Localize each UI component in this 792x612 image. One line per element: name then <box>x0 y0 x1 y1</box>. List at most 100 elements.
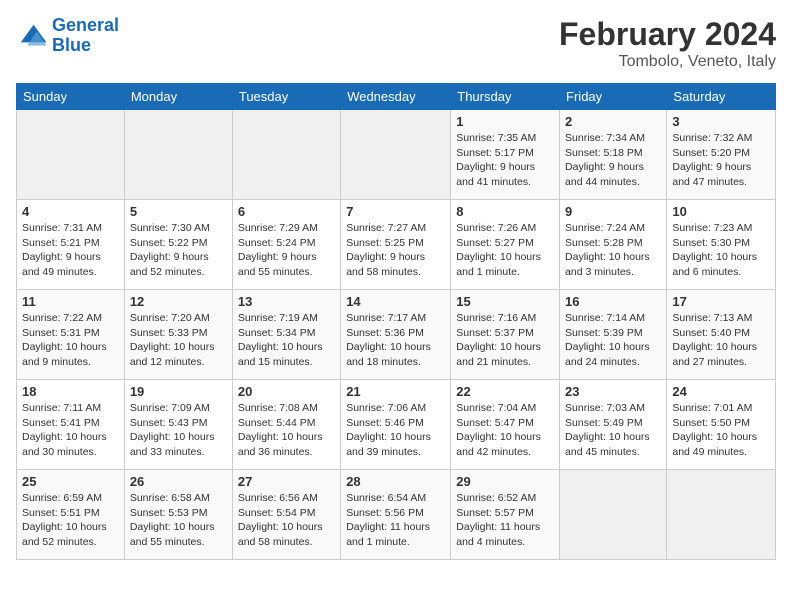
day-number: 18 <box>22 384 119 399</box>
day-info: Sunrise: 6:59 AMSunset: 5:51 PMDaylight:… <box>22 491 119 550</box>
calendar-cell: 4 Sunrise: 7:31 AMSunset: 5:21 PMDaylight… <box>17 200 125 290</box>
weekday-header-thursday: Thursday <box>451 84 560 110</box>
day-info: Sunrise: 7:30 AMSunset: 5:22 PMDaylight:… <box>130 221 227 280</box>
calendar-cell: 27Sunrise: 6:56 AMSunset: 5:54 PMDayligh… <box>232 470 340 560</box>
calendar-cell <box>667 470 776 560</box>
logo: General Blue <box>16 16 119 56</box>
calendar-cell <box>341 110 451 200</box>
calendar-cell: 6 Sunrise: 7:29 AMSunset: 5:24 PMDaylight… <box>232 200 340 290</box>
calendar-cell: 2 Sunrise: 7:34 AMSunset: 5:18 PMDaylight… <box>560 110 667 200</box>
day-number: 3 <box>672 114 770 129</box>
calendar-cell: 29 Sunrise: 6:52 AMSunset: 5:57 PMDayligh… <box>451 470 560 560</box>
day-number: 4 <box>22 204 119 219</box>
logo-line1: General <box>52 15 119 35</box>
day-number: 16 <box>565 294 661 309</box>
calendar-cell: 3Sunrise: 7:32 AMSunset: 5:20 PMDaylight… <box>667 110 776 200</box>
day-info: Sunrise: 7:26 AMSunset: 5:27 PMDaylight:… <box>456 221 554 280</box>
day-info: Sunrise: 6:54 AMSunset: 5:56 PMDaylight:… <box>346 491 445 550</box>
calendar-cell: 7 Sunrise: 7:27 AMSunset: 5:25 PMDaylight… <box>341 200 451 290</box>
day-info: Sunrise: 7:23 AMSunset: 5:30 PMDaylight:… <box>672 221 770 280</box>
calendar-cell: 19 Sunrise: 7:09 AMSunset: 5:43 PMDayligh… <box>124 380 232 470</box>
day-info: Sunrise: 7:19 AMSunset: 5:34 PMDaylight:… <box>238 311 335 370</box>
calendar-cell: 22 Sunrise: 7:04 AMSunset: 5:47 PMDayligh… <box>451 380 560 470</box>
logo-text: General Blue <box>52 16 119 56</box>
day-info: Sunrise: 7:22 AMSunset: 5:31 PMDaylight:… <box>22 311 119 370</box>
calendar-cell: 12Sunrise: 7:20 AMSunset: 5:33 PMDayligh… <box>124 290 232 380</box>
day-number: 21 <box>346 384 445 399</box>
day-number: 15 <box>456 294 554 309</box>
calendar-cell: 8 Sunrise: 7:26 AMSunset: 5:27 PMDaylight… <box>451 200 560 290</box>
calendar-cell: 18 Sunrise: 7:11 AMSunset: 5:41 PMDayligh… <box>17 380 125 470</box>
day-info: Sunrise: 7:06 AMSunset: 5:46 PMDaylight:… <box>346 401 445 460</box>
calendar-cell <box>560 470 667 560</box>
day-info: Sunrise: 7:34 AMSunset: 5:18 PMDaylight:… <box>565 131 661 190</box>
weekday-header-saturday: Saturday <box>667 84 776 110</box>
day-number: 7 <box>346 204 445 219</box>
day-info: Sunrise: 7:03 AMSunset: 5:49 PMDaylight:… <box>565 401 661 460</box>
day-number: 9 <box>565 204 661 219</box>
day-number: 12 <box>130 294 227 309</box>
calendar-cell: 13 Sunrise: 7:19 AMSunset: 5:34 PMDayligh… <box>232 290 340 380</box>
calendar-cell: 17 Sunrise: 7:13 AMSunset: 5:40 PMDayligh… <box>667 290 776 380</box>
calendar-cell: 11 Sunrise: 7:22 AMSunset: 5:31 PMDayligh… <box>17 290 125 380</box>
location: Tombolo, Veneto, Italy <box>559 53 776 71</box>
calendar-cell: 25 Sunrise: 6:59 AMSunset: 5:51 PMDayligh… <box>17 470 125 560</box>
day-number: 28 <box>346 474 445 489</box>
calendar-cell: 10Sunrise: 7:23 AMSunset: 5:30 PMDayligh… <box>667 200 776 290</box>
calendar-cell: 9 Sunrise: 7:24 AMSunset: 5:28 PMDaylight… <box>560 200 667 290</box>
weekday-header-wednesday: Wednesday <box>341 84 451 110</box>
day-number: 8 <box>456 204 554 219</box>
day-info: Sunrise: 6:56 AMSunset: 5:54 PMDaylight:… <box>238 491 335 550</box>
calendar-cell: 20Sunrise: 7:08 AMSunset: 5:44 PMDayligh… <box>232 380 340 470</box>
day-number: 19 <box>130 384 227 399</box>
weekday-header-monday: Monday <box>124 84 232 110</box>
day-info: Sunrise: 7:08 AMSunset: 5:44 PMDaylight:… <box>238 401 335 460</box>
calendar-week-1: 1 Sunrise: 7:35 AMSunset: 5:17 PMDaylight… <box>17 110 776 200</box>
calendar-cell: 24 Sunrise: 7:01 AMSunset: 5:50 PMDayligh… <box>667 380 776 470</box>
calendar-week-2: 4 Sunrise: 7:31 AMSunset: 5:21 PMDaylight… <box>17 200 776 290</box>
day-info: Sunrise: 7:35 AMSunset: 5:17 PMDaylight:… <box>456 131 554 190</box>
day-info: Sunrise: 7:14 AMSunset: 5:39 PMDaylight:… <box>565 311 661 370</box>
day-info: Sunrise: 7:24 AMSunset: 5:28 PMDaylight:… <box>565 221 661 280</box>
calendar-cell: 26Sunrise: 6:58 AMSunset: 5:53 PMDayligh… <box>124 470 232 560</box>
day-number: 24 <box>672 384 770 399</box>
day-info: Sunrise: 7:13 AMSunset: 5:40 PMDaylight:… <box>672 311 770 370</box>
logo-line2: Blue <box>52 35 91 55</box>
calendar-cell: 16 Sunrise: 7:14 AMSunset: 5:39 PMDayligh… <box>560 290 667 380</box>
calendar-cell: 5 Sunrise: 7:30 AMSunset: 5:22 PMDaylight… <box>124 200 232 290</box>
day-number: 11 <box>22 294 119 309</box>
day-number: 5 <box>130 204 227 219</box>
day-number: 2 <box>565 114 661 129</box>
day-info: Sunrise: 7:11 AMSunset: 5:41 PMDaylight:… <box>22 401 119 460</box>
day-info: Sunrise: 7:01 AMSunset: 5:50 PMDaylight:… <box>672 401 770 460</box>
day-number: 25 <box>22 474 119 489</box>
day-number: 22 <box>456 384 554 399</box>
calendar-cell: 1 Sunrise: 7:35 AMSunset: 5:17 PMDaylight… <box>451 110 560 200</box>
logo-icon <box>16 20 48 52</box>
day-info: Sunrise: 7:16 AMSunset: 5:37 PMDaylight:… <box>456 311 554 370</box>
calendar-cell: 28 Sunrise: 6:54 AMSunset: 5:56 PMDayligh… <box>341 470 451 560</box>
title-block: February 2024 Tombolo, Veneto, Italy <box>559 16 776 71</box>
calendar-cell: 14Sunrise: 7:17 AMSunset: 5:36 PMDayligh… <box>341 290 451 380</box>
day-info: Sunrise: 6:58 AMSunset: 5:53 PMDaylight:… <box>130 491 227 550</box>
day-info: Sunrise: 7:27 AMSunset: 5:25 PMDaylight:… <box>346 221 445 280</box>
calendar-cell <box>232 110 340 200</box>
day-info: Sunrise: 7:29 AMSunset: 5:24 PMDaylight:… <box>238 221 335 280</box>
calendar-body: 1 Sunrise: 7:35 AMSunset: 5:17 PMDaylight… <box>17 110 776 560</box>
calendar-cell: 23 Sunrise: 7:03 AMSunset: 5:49 PMDayligh… <box>560 380 667 470</box>
day-number: 6 <box>238 204 335 219</box>
calendar-table: SundayMondayTuesdayWednesdayThursdayFrid… <box>16 83 776 560</box>
calendar-week-5: 25 Sunrise: 6:59 AMSunset: 5:51 PMDayligh… <box>17 470 776 560</box>
day-info: Sunrise: 6:52 AMSunset: 5:57 PMDaylight:… <box>456 491 554 550</box>
day-number: 17 <box>672 294 770 309</box>
day-number: 29 <box>456 474 554 489</box>
day-number: 1 <box>456 114 554 129</box>
day-number: 13 <box>238 294 335 309</box>
day-info: Sunrise: 7:04 AMSunset: 5:47 PMDaylight:… <box>456 401 554 460</box>
day-number: 23 <box>565 384 661 399</box>
calendar-week-4: 18 Sunrise: 7:11 AMSunset: 5:41 PMDayligh… <box>17 380 776 470</box>
weekday-row: SundayMondayTuesdayWednesdayThursdayFrid… <box>17 84 776 110</box>
calendar-cell: 15 Sunrise: 7:16 AMSunset: 5:37 PMDayligh… <box>451 290 560 380</box>
day-info: Sunrise: 7:09 AMSunset: 5:43 PMDaylight:… <box>130 401 227 460</box>
day-info: Sunrise: 7:31 AMSunset: 5:21 PMDaylight:… <box>22 221 119 280</box>
